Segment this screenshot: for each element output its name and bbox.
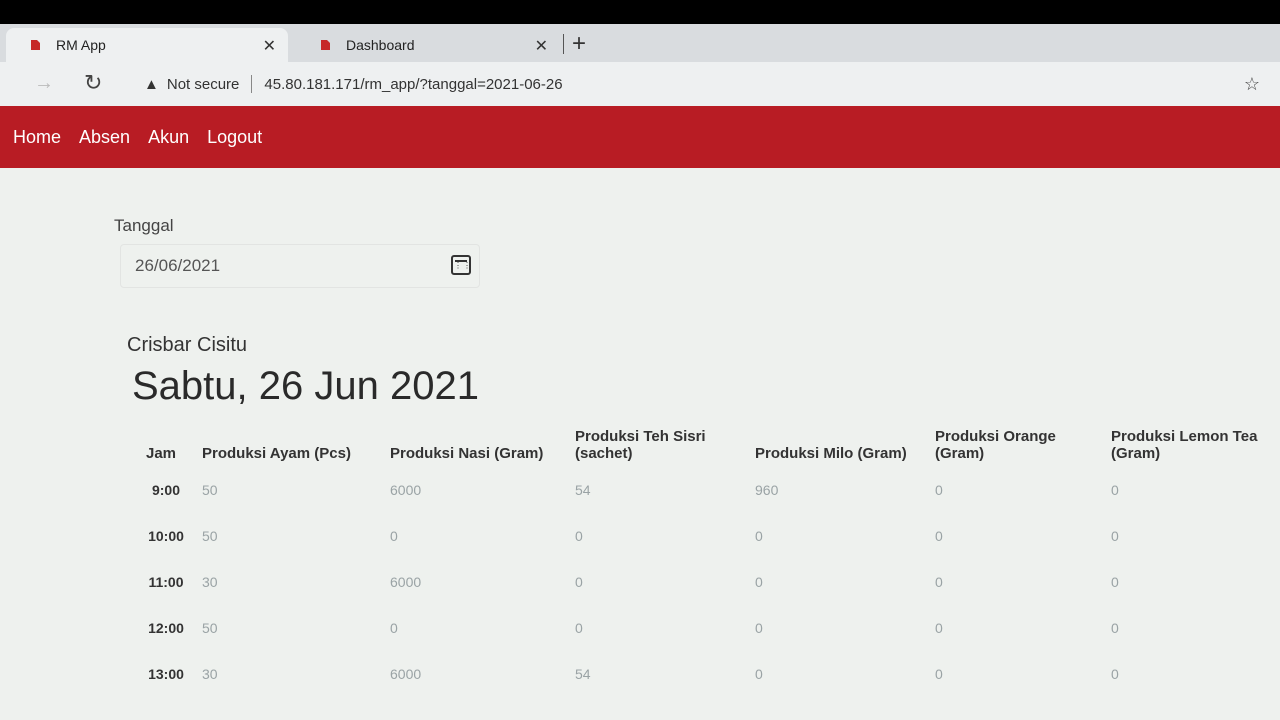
table-row: 10:00 50 0 0 0 0 0 [138,518,1268,564]
browser-toolbar: → ↻ ▲ Not secure 45.80.181.171/rm_app/?t… [0,62,1280,106]
nav-akun[interactable]: Akun [148,127,189,148]
cell-ayam: 50 [202,482,218,498]
cell-jam: 13:00 [148,666,184,682]
tab-dashboard[interactable]: Dashboard ✕ [296,28,560,62]
cell-nasi: 6000 [390,574,422,590]
cell-nasi: 6000 [390,666,422,682]
cell-teh: 0 [575,574,583,590]
date-value: 26/06/2021 [135,256,221,275]
cell-milo: 0 [755,666,763,682]
header-teh: Produksi Teh Sisri (sachet) [575,428,706,462]
table-row: 9:00 50 6000 54 960 0 0 [138,472,1268,518]
cell-teh: 54 [575,666,591,682]
header-jam: Jam [146,445,177,462]
date-label: Tanggal [114,216,174,235]
app-favicon-icon [321,40,330,50]
cell-lemon: 0 [1111,482,1119,498]
cell-ayam: 50 [202,528,218,544]
header-milo: Produksi Milo (Gram) [755,445,907,462]
cell-orange: 0 [935,666,943,682]
cell-milo: 960 [755,482,779,498]
main-content: Tanggal 26/06/2021 Crisbar Cisitu Sabtu,… [0,168,1280,720]
cell-orange: 0 [935,482,943,498]
address-divider [251,75,253,93]
cell-jam: 9:00 [151,482,181,498]
cell-jam: 12:00 [148,620,184,636]
cell-nasi: 0 [390,528,398,544]
cell-milo: 0 [755,574,763,590]
screen: RM App ✕ Dashboard ✕ + → ↻ ▲ Not secure … [0,24,1280,720]
cell-nasi: 0 [390,620,398,636]
date-heading: Sabtu, 26 Jun 2021 [132,364,479,408]
table-row: 12:00 50 0 0 0 0 0 [138,610,1268,656]
close-tab-icon[interactable]: ✕ [535,36,548,56]
cell-milo: 0 [755,528,763,544]
cell-milo: 0 [755,620,763,636]
new-tab-icon[interactable]: + [572,30,586,58]
nav-absen[interactable]: Absen [79,127,130,148]
calendar-icon[interactable] [451,255,472,275]
close-tab-icon[interactable]: ✕ [263,36,276,56]
production-table: Jam Produksi Ayam (Pcs) Produksi Nasi (G… [138,422,1268,702]
app-favicon-icon [31,40,40,50]
cell-jam: 11:00 [148,574,184,590]
header-lemon: Produksi Lemon Tea (Gram) [1111,428,1258,462]
cell-lemon: 0 [1111,620,1119,636]
cell-lemon: 0 [1111,528,1119,544]
header-ayam: Produksi Ayam (Pcs) [202,445,351,462]
nav-home[interactable]: Home [13,127,61,148]
navbar: Home Absen Akun Logout [0,106,1280,168]
cell-jam: 10:00 [148,528,184,544]
url-text[interactable]: 45.80.181.171/rm_app/?tanggal=2021-06-26 [264,76,562,93]
header-nasi: Produksi Nasi (Gram) [390,445,544,462]
warning-icon: ▲ [144,75,159,93]
tab-strip: RM App ✕ Dashboard ✕ + [0,24,1280,62]
cell-ayam: 50 [202,620,218,636]
cell-lemon: 0 [1111,666,1119,682]
header-orange: Produksi Orange (Gram) [935,428,1056,462]
tab-title: Dashboard [346,37,415,53]
cell-teh: 0 [575,620,583,636]
cell-orange: 0 [935,528,943,544]
date-input[interactable]: 26/06/2021 [120,244,480,288]
address-bar[interactable]: ▲ Not secure 45.80.181.171/rm_app/?tangg… [136,68,1266,100]
favorite-star-icon[interactable]: ☆ [1244,74,1260,95]
tab-rm-app[interactable]: RM App ✕ [6,28,288,62]
back-arrow-icon[interactable]: → [34,72,54,95]
nav-logout[interactable]: Logout [207,127,262,148]
table-row: 13:00 30 6000 54 0 0 0 [138,656,1268,702]
cell-ayam: 30 [202,666,218,682]
cell-lemon: 0 [1111,574,1119,590]
tab-title: RM App [56,37,106,53]
cell-orange: 0 [935,574,943,590]
security-label: Not secure [166,75,240,93]
table-header-row: Jam Produksi Ayam (Pcs) Produksi Nasi (G… [138,422,1268,472]
location-name: Crisbar Cisitu [127,334,248,356]
table-row: 11:00 30 6000 0 0 0 0 [138,564,1268,610]
cell-nasi: 6000 [390,482,422,498]
reload-icon[interactable]: ↻ [84,70,102,96]
cell-ayam: 30 [202,574,218,590]
cell-teh: 0 [575,528,583,544]
tab-divider [563,34,564,54]
cell-orange: 0 [935,620,943,636]
cell-teh: 54 [575,482,591,498]
